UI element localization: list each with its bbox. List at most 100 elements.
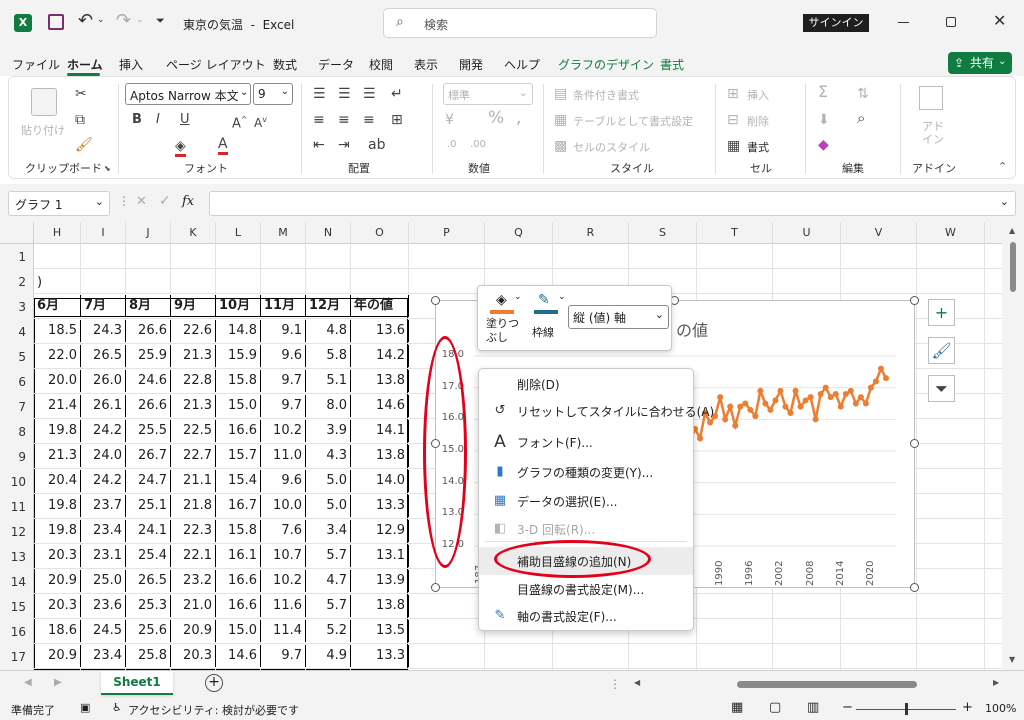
table-cell[interactable]: 9.7 xyxy=(261,645,306,667)
tab-insert[interactable]: 挿入 xyxy=(119,56,143,73)
row-header[interactable]: 15 xyxy=(0,600,33,614)
fill-button[interactable]: ◈ ⌄ 塗りつ ぶし xyxy=(484,290,524,348)
data-point[interactable] xyxy=(737,403,744,410)
table-cell[interactable]: 14.1 xyxy=(351,420,409,442)
table-cell[interactable]: 23.6 xyxy=(81,595,126,617)
comma-icon[interactable]: , xyxy=(516,110,521,127)
zoom-out-icon[interactable]: − xyxy=(842,700,853,715)
table-cell[interactable]: 13.3 xyxy=(351,495,409,517)
table-cell[interactable]: 22.0 xyxy=(34,345,81,367)
data-point[interactable] xyxy=(812,416,819,423)
data-point[interactable] xyxy=(792,387,799,394)
column-header[interactable]: M xyxy=(261,222,306,244)
table-cell[interactable]: 5.0 xyxy=(306,495,351,517)
table-cell[interactable]: 20.3 xyxy=(34,545,81,567)
table-cell[interactable]: 21.8 xyxy=(171,495,216,517)
conditional-format-icon[interactable]: ▤ xyxy=(554,86,567,102)
table-cell[interactable]: 11.4 xyxy=(261,620,306,642)
data-point[interactable] xyxy=(707,419,714,426)
table-cell[interactable]: 19.8 xyxy=(34,495,81,517)
table-cell[interactable]: 20.9 xyxy=(171,620,216,642)
table-cell[interactable]: 14.2 xyxy=(351,345,409,367)
table-cell[interactable]: 15.0 xyxy=(216,620,261,642)
clear-icon[interactable]: ◆ xyxy=(818,137,829,153)
table-cell[interactable]: 9.1 xyxy=(261,320,306,342)
close-icon[interactable]: ✕ xyxy=(993,11,1006,30)
table-cell[interactable]: 13.6 xyxy=(351,320,409,342)
table-cell[interactable]: 5.7 xyxy=(306,595,351,617)
data-point[interactable] xyxy=(782,403,789,410)
table-cell[interactable]: 25.3 xyxy=(126,595,171,617)
table-cell[interactable]: 14.6 xyxy=(216,645,261,667)
tab-page-layout[interactable]: ページ レイアウト xyxy=(166,56,266,73)
data-point[interactable] xyxy=(722,416,729,423)
chart-styles-button[interactable]: 🖌 xyxy=(928,337,955,364)
addins-button-label[interactable]: アド イン xyxy=(922,120,944,146)
sort-filter-icon[interactable]: ⇅ xyxy=(857,86,869,102)
table-cell[interactable]: 23.2 xyxy=(171,570,216,592)
normal-view-icon[interactable]: ▦ xyxy=(731,700,743,715)
row-header[interactable]: 5 xyxy=(0,350,33,364)
orientation-icon[interactable]: ab xyxy=(368,137,385,153)
table-cell[interactable]: 13.8 xyxy=(351,595,409,617)
table-cell[interactable]: 22.5 xyxy=(171,420,216,442)
table-cell[interactable]: 18.5 xyxy=(34,320,81,342)
row-header[interactable]: 2 xyxy=(0,275,33,289)
cancel-formula-icon[interactable]: ✕ xyxy=(136,194,147,209)
table-cell[interactable]: 20.3 xyxy=(171,645,216,667)
align-bottom-icon[interactable]: ☰ xyxy=(363,86,376,102)
add-sheet-button[interactable]: + xyxy=(205,674,223,692)
x-axis-tick-label[interactable]: 1990 xyxy=(714,561,725,586)
table-cell[interactable]: 21.3 xyxy=(34,445,81,467)
table-header-cell[interactable]: 8月 xyxy=(126,295,171,317)
table-cell[interactable]: 13.5 xyxy=(351,620,409,642)
sheet-tab-sheet1[interactable]: Sheet1 xyxy=(101,671,173,695)
data-point[interactable] xyxy=(857,394,864,401)
data-point[interactable] xyxy=(867,384,874,391)
table-cell[interactable]: 16.6 xyxy=(216,570,261,592)
tab-developer[interactable]: 開発 xyxy=(459,56,483,73)
accessibility-icon[interactable]: ♿ xyxy=(112,701,122,714)
table-cell[interactable]: 15.8 xyxy=(216,520,261,542)
font-color-icon[interactable]: A xyxy=(218,136,228,155)
table-cell[interactable]: 26.5 xyxy=(81,345,126,367)
table-cell[interactable]: 24.5 xyxy=(81,620,126,642)
table-cell[interactable]: 20.9 xyxy=(34,570,81,592)
column-header[interactable]: R xyxy=(553,222,629,244)
accessibility-status[interactable]: アクセシビリティ: 検討が必要です xyxy=(128,702,299,718)
table-cell[interactable]: 25.5 xyxy=(126,420,171,442)
chart-handle-tr[interactable] xyxy=(910,296,919,305)
undo-dropdown-icon[interactable]: ⌄ xyxy=(97,15,105,25)
macro-record-icon[interactable]: ▣ xyxy=(80,701,90,714)
column-header[interactable]: J xyxy=(126,222,171,244)
table-cell[interactable]: 16.7 xyxy=(216,495,261,517)
name-box[interactable]: グラフ 1 ⌄ xyxy=(8,191,110,216)
row-header[interactable]: 6 xyxy=(0,375,33,389)
tab-help[interactable]: ヘルプ xyxy=(504,56,540,73)
restore-icon[interactable] xyxy=(946,17,956,27)
data-point[interactable] xyxy=(787,410,794,416)
prev-sheet-icon[interactable]: ◀ xyxy=(24,677,32,688)
font-size-box[interactable]: 9 ⌄ xyxy=(253,83,293,105)
table-header-cell[interactable]: 7月 xyxy=(81,295,126,317)
x-axis-tick-label[interactable]: 2020 xyxy=(865,561,876,586)
chart-filters-button[interactable]: ⏷ xyxy=(928,375,955,402)
format-cells-icon[interactable]: ▦ xyxy=(727,138,740,154)
table-cell[interactable]: 21.3 xyxy=(171,345,216,367)
context-menu-item[interactable]: 削除(D) xyxy=(479,370,693,398)
font-name-dropdown-icon[interactable]: ⌄ xyxy=(240,87,248,98)
table-cell[interactable]: 23.1 xyxy=(81,545,126,567)
align-left-icon[interactable]: ≡ xyxy=(313,112,325,128)
table-cell[interactable]: 24.7 xyxy=(126,470,171,492)
row-header[interactable]: 7 xyxy=(0,400,33,414)
delete-cells-label[interactable]: 削除 xyxy=(747,113,769,129)
table-cell[interactable]: 9.6 xyxy=(261,470,306,492)
format-cells-label[interactable]: 書式 xyxy=(747,139,769,155)
signin-button[interactable]: サインイン xyxy=(803,14,869,32)
table-cell[interactable]: 14.8 xyxy=(216,320,261,342)
context-menu-item[interactable]: ▦ データの選択(E)... xyxy=(479,487,693,515)
table-cell[interactable]: 21.1 xyxy=(171,470,216,492)
row-header[interactable]: 8 xyxy=(0,425,33,439)
fill-color-icon[interactable]: ◈ xyxy=(175,138,186,157)
insert-function-icon[interactable]: fx xyxy=(182,194,194,209)
